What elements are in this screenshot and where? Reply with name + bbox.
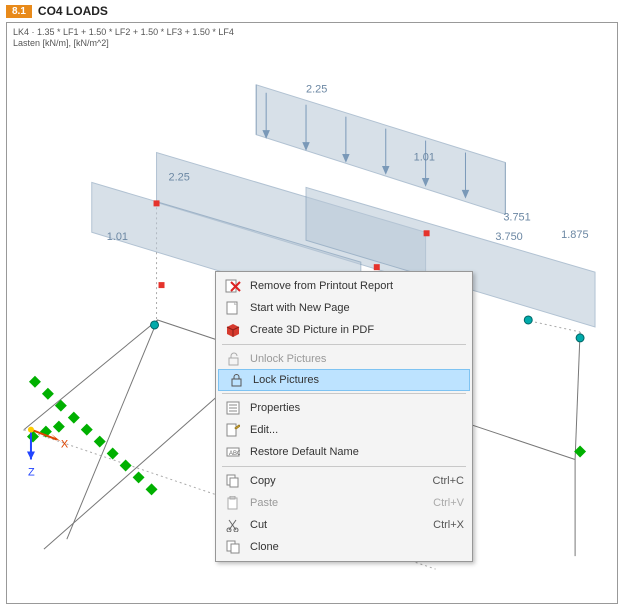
axis-x-label: X xyxy=(61,439,69,451)
menu-item-label: Clone xyxy=(250,541,464,553)
copy-icon xyxy=(224,473,242,489)
menu-item-label: Edit... xyxy=(250,424,464,436)
menu-item-shortcut: Ctrl+V xyxy=(433,497,464,509)
dim-label: 2.25 xyxy=(306,84,327,96)
svg-text:ABC: ABC xyxy=(229,451,240,457)
menu-properties[interactable]: Properties xyxy=(216,397,472,419)
axis-z-label: Z xyxy=(28,466,35,478)
menu-separator xyxy=(222,393,466,394)
menu-item-label: Start with New Page xyxy=(250,302,464,314)
page-title: CO4 LOADS xyxy=(38,4,108,18)
menu-copy[interactable]: Copy Ctrl+C xyxy=(216,470,472,492)
dim-label: 1.01 xyxy=(414,152,435,164)
menu-item-shortcut: Ctrl+C xyxy=(433,475,464,487)
dim-label: 3.751 xyxy=(503,211,530,223)
menu-item-label: Paste xyxy=(250,497,433,509)
paste-icon xyxy=(224,495,242,511)
menu-clone[interactable]: Clone xyxy=(216,536,472,558)
menu-unlock-pictures: Unlock Pictures xyxy=(216,348,472,370)
menu-item-label: Cut xyxy=(250,519,433,531)
unlock-icon xyxy=(224,351,242,367)
remove-report-icon xyxy=(224,278,242,294)
menu-separator xyxy=(222,466,466,467)
viewport-frame: LK4 · 1.35 * LF1 + 1.50 * LF2 + 1.50 * L… xyxy=(6,22,618,604)
menu-restore-default-name[interactable]: ABC Restore Default Name xyxy=(216,441,472,463)
properties-icon xyxy=(224,400,242,416)
lock-icon xyxy=(227,372,245,388)
menu-create-3d-pdf[interactable]: Create 3D Picture in PDF xyxy=(216,319,472,341)
menu-lock-pictures[interactable]: Lock Pictures xyxy=(218,369,470,391)
menu-edit[interactable]: Edit... xyxy=(216,419,472,441)
menu-cut[interactable]: Cut Ctrl+X xyxy=(216,514,472,536)
menu-item-label: Remove from Printout Report xyxy=(250,280,464,292)
title-bar: 8.1 CO4 LOADS xyxy=(0,0,624,22)
menu-item-label: Unlock Pictures xyxy=(250,353,464,365)
context-menu: Remove from Printout Report Start with N… xyxy=(215,271,473,562)
context-menu-list: Remove from Printout Report Start with N… xyxy=(216,272,472,561)
menu-paste: Paste Ctrl+V xyxy=(216,492,472,514)
cut-icon xyxy=(224,517,242,533)
restore-name-icon: ABC xyxy=(224,444,242,460)
menu-start-new-page[interactable]: Start with New Page xyxy=(216,297,472,319)
cube-3d-icon xyxy=(224,322,242,338)
menu-item-label: Create 3D Picture in PDF xyxy=(250,324,464,336)
dim-label: 1.875 xyxy=(561,229,588,241)
dim-label: 3.750 xyxy=(495,231,522,243)
menu-separator xyxy=(222,344,466,345)
new-page-icon xyxy=(224,300,242,316)
menu-item-shortcut: Ctrl+X xyxy=(433,519,464,531)
menu-item-label: Properties xyxy=(250,402,464,414)
menu-item-label: Copy xyxy=(250,475,433,487)
edit-icon xyxy=(224,422,242,438)
dim-label: 2.25 xyxy=(168,171,189,183)
menu-item-label: Restore Default Name xyxy=(250,446,464,458)
clone-icon xyxy=(224,539,242,555)
dim-label: 1.01 xyxy=(107,231,128,243)
menu-remove-from-report[interactable]: Remove from Printout Report xyxy=(216,275,472,297)
menu-item-label: Lock Pictures xyxy=(253,374,461,386)
section-badge: 8.1 xyxy=(6,5,32,18)
